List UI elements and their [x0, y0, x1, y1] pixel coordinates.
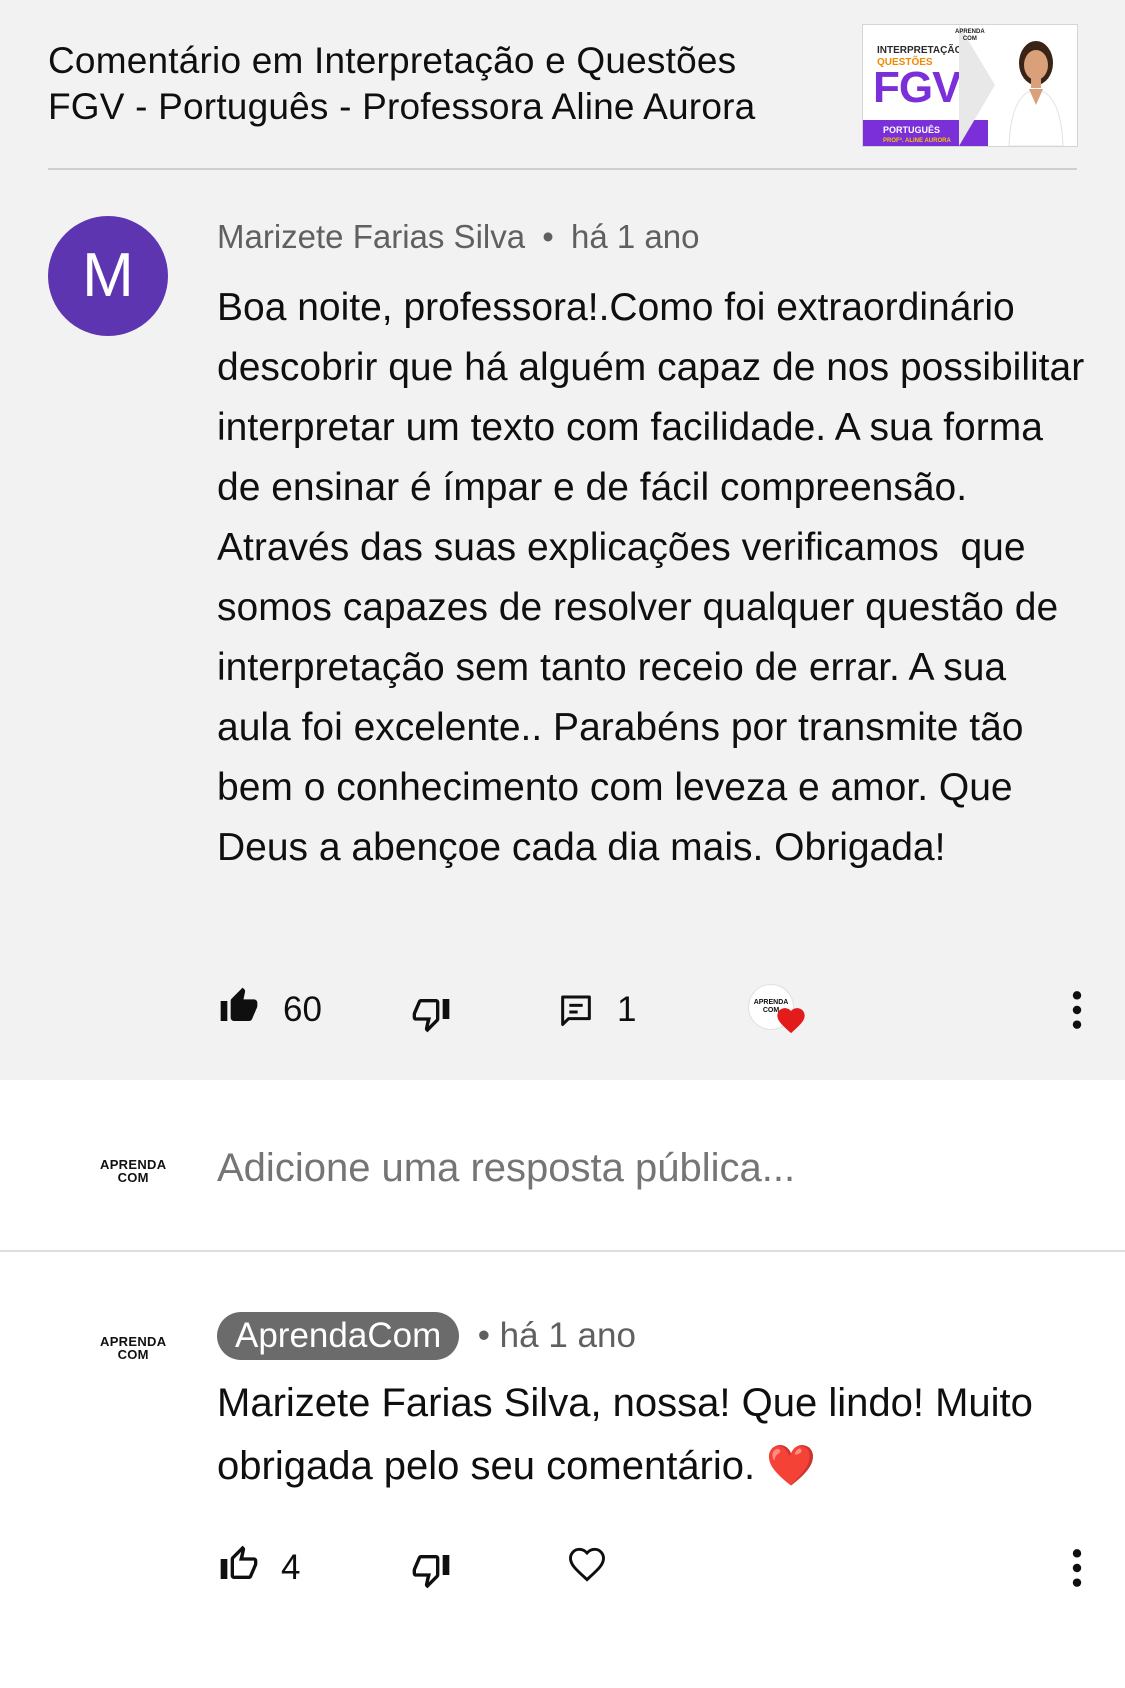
more-vertical-icon[interactable]: [1067, 988, 1087, 1037]
reply-actions: 4: [217, 1538, 1087, 1594]
thumbnail-band-line-2: PROFª. ALINE AURORA: [883, 138, 951, 144]
thumb-down-outline-icon[interactable]: [411, 994, 451, 1039]
video-title-line-2: FGV - Português - Professora Aline Auror…: [48, 86, 756, 127]
video-header: Comentário em Interpretação e Questões F…: [48, 38, 818, 130]
comment-actions: 60 1 APRENDA COM: [217, 980, 1087, 1036]
comment-thread-section: Comentário em Interpretação e Questões F…: [0, 0, 1125, 1080]
meta-separator: •: [542, 218, 554, 255]
comment-time: há 1 ano: [571, 218, 700, 255]
reply-like-count: 4: [281, 1548, 301, 1587]
header-divider: [48, 168, 1077, 170]
thumb-up-filled-icon[interactable]: [219, 986, 259, 1031]
reply-author-avatar[interactable]: APRENDA COM: [100, 1335, 166, 1361]
avatar-letter: M: [82, 241, 134, 310]
video-title: Comentário em Interpretação e Questões F…: [48, 38, 818, 130]
heart-outline-icon[interactable]: [565, 1542, 609, 1591]
reply-text: Marizete Farias Silva, nossa! Que lindo!…: [217, 1381, 1033, 1488]
comment-text: Boa noite, professora!.Como foi extraord…: [217, 286, 1096, 869]
channel-avatar-logo: APRENDA COM: [100, 1158, 166, 1184]
avatar[interactable]: M: [48, 216, 168, 336]
comment-meta: Marizete Farias Silva • há 1 ano: [217, 218, 699, 256]
reply-input[interactable]: [217, 1146, 1067, 1191]
thumbnail-band-line-1: PORTUGUÊS: [883, 125, 941, 135]
comment-author[interactable]: Marizete Farias Silva: [217, 218, 525, 255]
reply-author-chip[interactable]: AprendaCom: [217, 1312, 460, 1360]
video-thumbnail[interactable]: INTERPRETAÇÃO QUESTÕES FGV PORTUGUÊS PRO…: [862, 24, 1078, 147]
thumb-down-outline-icon[interactable]: [411, 1550, 451, 1595]
thumbnail-text-big: FGV: [873, 63, 961, 112]
thumbnail-person-image: [1008, 41, 1064, 146]
like-count: 60: [283, 990, 322, 1029]
channel-logo-bottom: COM: [117, 1170, 149, 1185]
thumbnail-chevron-shape: [959, 25, 995, 146]
reply-meta: AprendaCom • há 1 ano: [217, 1312, 636, 1360]
thumb-up-outline-icon[interactable]: [219, 1544, 259, 1589]
reply-time: • há 1 ano: [477, 1316, 636, 1355]
video-title-line-1: Comentário em Interpretação e Questões: [48, 40, 737, 81]
reply-input-row: APRENDA COM: [0, 1080, 1125, 1250]
reply-count[interactable]: 1: [617, 990, 636, 1030]
thumbnail-logo: APRENDA COM: [955, 29, 985, 43]
more-vertical-icon[interactable]: [1067, 1546, 1087, 1595]
red-heart-icon: [777, 1008, 805, 1034]
thumbnail-logo-bottom: COM: [962, 36, 977, 42]
reply-divider: [0, 1250, 1125, 1252]
thumbnail-logo-top: APRENDA: [955, 29, 985, 35]
thumbnail-text-small: INTERPRETAÇÃO: [877, 45, 963, 56]
comment-icon[interactable]: [556, 992, 596, 1037]
creator-heart-icon: APRENDA COM: [748, 980, 810, 1042]
reply-logo-bottom: COM: [117, 1347, 149, 1362]
